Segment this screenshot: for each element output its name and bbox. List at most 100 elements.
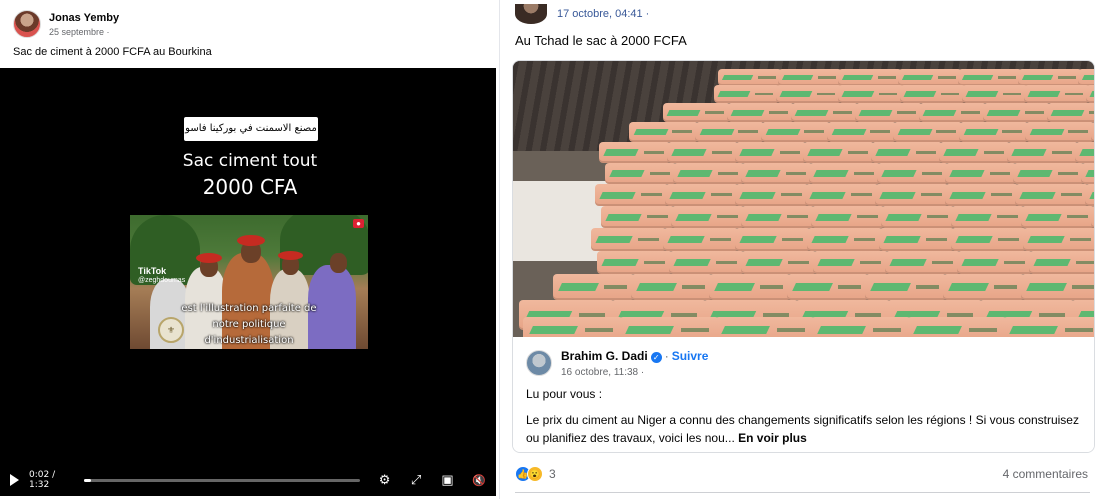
cement-bag: [631, 274, 713, 300]
post-date[interactable]: 25 septembre ·: [49, 27, 119, 37]
cement-bag: [881, 206, 955, 228]
cement-bag: [1018, 69, 1082, 86]
cement-bags-photo: [513, 61, 1094, 337]
cement-bag: [1025, 122, 1094, 142]
cement-bag: [715, 317, 815, 337]
recording-badge: ●: [353, 219, 364, 228]
cement-bag: [827, 122, 897, 142]
cement-bag: [761, 122, 831, 142]
cement-bag: [741, 163, 813, 184]
cement-bag: [811, 206, 885, 228]
subtitle-line-1: est l'illustration parfaite de: [181, 303, 317, 314]
cement-bag: [667, 142, 739, 163]
shared-post-header: Brahim G. Dadi ✓ · Suivre 16 octobre, 11:38…: [526, 347, 1083, 378]
shared-post-text: Le prix du ciment au Niger a connu des c…: [526, 411, 1081, 447]
post-caption: Au Tchad le sac à 2000 FCFA: [515, 33, 687, 48]
cement-bag: [871, 142, 943, 163]
video-controls: 0:02 / 1:32 ⚙ ⤢ ▣ 🔇: [0, 464, 496, 496]
cement-bag: [601, 206, 675, 228]
post-date[interactable]: 17 octobre, 04:41 ·: [557, 8, 649, 20]
author-name[interactable]: Jonas Yemby: [49, 12, 119, 24]
cement-bag: [803, 142, 875, 163]
wow-reaction-icon: 😮: [527, 466, 543, 482]
settings-icon[interactable]: ⚙: [378, 472, 391, 487]
cement-bag: [959, 122, 1029, 142]
shared-author-meta: Brahim G. Dadi ✓ · Suivre 16 octobre, 11:38…: [561, 347, 708, 378]
video-progress-fill: [84, 478, 91, 482]
cement-bag: [619, 317, 719, 337]
cement-bag: [809, 163, 881, 184]
cement-bag: [900, 85, 966, 103]
cement-bag: [741, 206, 815, 228]
cement-bag: [1075, 142, 1094, 163]
cement-bag: [838, 69, 902, 86]
cement-bag: [1091, 122, 1094, 142]
cement-bag: [1091, 206, 1094, 228]
tiktok-handle: @zeghdoumas: [138, 277, 186, 284]
cement-bag: [875, 184, 949, 206]
cement-bag: [1003, 317, 1094, 337]
cement-bag: [599, 142, 671, 163]
fullscreen-icon[interactable]: ⤢: [409, 472, 422, 487]
cement-bag: [776, 85, 842, 103]
shared-author-avatar[interactable]: [526, 349, 552, 376]
left-post: Jonas Yemby 25 septembre · Sac de ciment…: [0, 0, 500, 499]
cement-bag: [877, 163, 949, 184]
reaction-count: 3: [549, 467, 556, 481]
arabic-label: مصنع الاسمنت في بوركينا فاسو: [184, 117, 318, 141]
cement-bag: [727, 103, 795, 122]
comments-link[interactable]: 4 commentaires: [1003, 467, 1088, 481]
cement-bag: [553, 274, 635, 300]
cement-bag: [983, 103, 1051, 122]
cement-bag: [898, 69, 962, 86]
volume-muted-icon[interactable]: 🔇: [472, 473, 486, 487]
video-title-line-2: 2000 CFA: [202, 175, 298, 199]
author-avatar[interactable]: [13, 10, 41, 38]
cement-bag: [939, 142, 1011, 163]
picture-in-picture-icon[interactable]: ▣: [441, 472, 454, 487]
shared-post-body: Brahim G. Dadi ✓ · Suivre 16 octobre, 11:38…: [513, 337, 1094, 452]
author-avatar[interactable]: [515, 4, 547, 24]
video-embedded-clip: ● TikTok @zeghdoumas ⚜ est l'illustratio…: [130, 215, 368, 349]
cement-bag: [957, 251, 1033, 274]
cement-bag: [1078, 69, 1094, 86]
shared-post-date[interactable]: 16 octobre, 11:38 ·: [561, 367, 708, 378]
cement-bag: [663, 103, 731, 122]
cement-bag: [735, 142, 807, 163]
cement-bag: [813, 251, 889, 274]
subtitle-line-3: d'industrialisation: [204, 335, 294, 346]
video-player[interactable]: مصنع الاسمنت في بوركينا فاسو Sac ciment …: [0, 68, 496, 496]
cement-bag: [943, 274, 1025, 300]
video-title-line-1: Sac ciment tout: [182, 151, 318, 171]
cement-bag: [671, 206, 745, 228]
shared-author-name[interactable]: Brahim G. Dadi: [561, 349, 648, 363]
cement-bag: [1029, 251, 1094, 274]
cement-bag: [855, 103, 923, 122]
cement-bag: [591, 228, 667, 251]
follow-button[interactable]: Suivre: [672, 349, 709, 363]
tiktok-watermark: TikTok @zeghdoumas: [138, 267, 185, 285]
cement-bag: [807, 228, 883, 251]
cement-bag: [714, 85, 780, 103]
cement-bag: [879, 228, 955, 251]
see-more-link[interactable]: En voir plus: [738, 431, 807, 445]
cement-bag: [885, 251, 961, 274]
play-icon[interactable]: [10, 474, 19, 486]
cement-bag: [1013, 163, 1085, 184]
cement-bag: [735, 184, 809, 206]
right-post-header: 17 octobre, 04:41 ·: [515, 4, 649, 24]
separator-dot: ·: [664, 349, 669, 363]
cement-bag: [735, 228, 811, 251]
cement-bag: [1024, 85, 1090, 103]
shared-post-card[interactable]: Brahim G. Dadi ✓ · Suivre 16 octobre, 11:38…: [512, 60, 1095, 453]
cement-bag: [958, 69, 1022, 86]
reaction-summary[interactable]: 👍 😮 3: [515, 466, 556, 482]
subtitle-line-2: notre politique: [212, 319, 286, 330]
verified-badge-icon: ✓: [650, 352, 662, 363]
cement-bag: [1007, 142, 1079, 163]
divider: [515, 492, 1090, 493]
cement-bag: [665, 184, 739, 206]
cement-bag: [1023, 228, 1094, 251]
cement-bag: [787, 274, 869, 300]
video-progress-bar[interactable]: [84, 478, 360, 482]
